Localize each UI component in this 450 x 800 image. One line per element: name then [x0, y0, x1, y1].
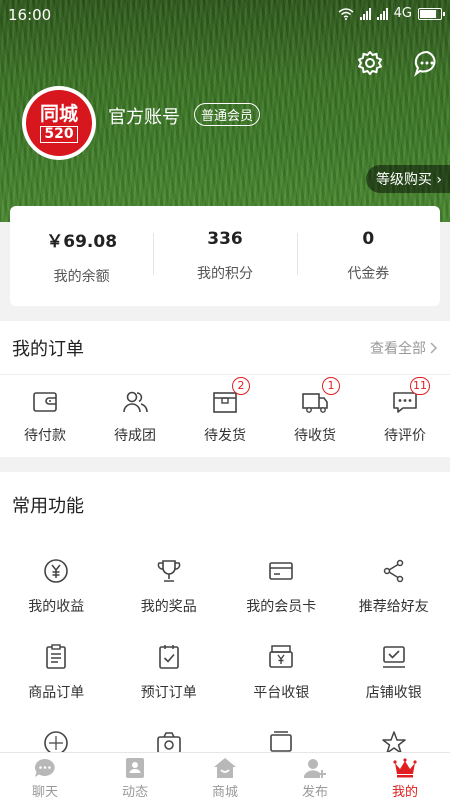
reservation-orders[interactable]: 预订订单: [113, 642, 226, 714]
wallet-icon: [30, 387, 60, 417]
tab-feed[interactable]: 动态: [90, 753, 180, 800]
battery-icon: [418, 7, 445, 20]
tab-mine[interactable]: 我的: [360, 753, 450, 800]
contacts-icon: [123, 757, 147, 779]
wifi-icon: [338, 7, 354, 20]
stat-points[interactable]: 336 我的积分: [153, 229, 296, 283]
chevron-right-icon: ›: [436, 172, 442, 188]
stat-value: ￥69.08: [46, 231, 118, 252]
avatar-logo-bottom: 520: [40, 125, 78, 143]
level-buy-button[interactable]: 等级购买 ›: [365, 165, 450, 193]
badge: 2: [232, 377, 250, 395]
recommend-to-friends[interactable]: 推荐给好友: [338, 556, 450, 628]
common-functions-section: 常用功能 我的收益 我的奖品 我的会员卡 推荐给好友 商品订单 预订订单 平台收…: [0, 472, 450, 755]
function-label: 我的奖品: [140, 599, 197, 615]
messages-icon[interactable]: [412, 48, 442, 78]
order-pending-receipt[interactable]: 1 待收货: [270, 377, 360, 445]
tab-label: 发布: [301, 785, 328, 800]
order-pending-review[interactable]: 11 待评价: [360, 377, 450, 445]
view-all-orders-link[interactable]: 查看全部: [370, 338, 438, 358]
username[interactable]: 官方账号: [108, 103, 180, 129]
order-pending-shipment[interactable]: 2 待发货: [180, 377, 270, 445]
function-label: 平台收银: [253, 685, 310, 701]
order-label: 待收货: [294, 428, 336, 444]
stat-balance[interactable]: ￥69.08 我的余额: [10, 227, 153, 286]
crown-icon: [393, 757, 417, 779]
product-orders[interactable]: 商品订单: [0, 642, 113, 714]
comment-icon: 11: [390, 377, 430, 417]
truck-icon: 1: [300, 377, 340, 417]
platform-cashier[interactable]: 平台收银: [225, 642, 338, 714]
order-label: 待评价: [384, 428, 426, 444]
tab-publish[interactable]: 发布: [270, 753, 360, 800]
common-title: 常用功能: [12, 496, 84, 517]
share-icon: [379, 556, 409, 586]
status-time: 16:00: [8, 6, 52, 24]
stat-vouchers[interactable]: 0 代金券: [296, 229, 440, 283]
avatar-logo-top: 同城: [39, 102, 78, 125]
orders-header: 我的订单 查看全部: [0, 321, 450, 375]
order-label: 待发货: [204, 428, 246, 444]
my-orders-section: 我的订单 查看全部 待付款 待成团 2 待发货 1 待收货 11 待评价: [0, 321, 450, 457]
order-label: 待成团: [114, 428, 156, 444]
publish-icon: [303, 757, 327, 779]
tab-shop[interactable]: 商城: [180, 753, 270, 800]
function-label: 商品订单: [28, 685, 85, 701]
stat-label: 我的积分: [196, 266, 253, 282]
member-level-badge[interactable]: 普通会员: [194, 103, 261, 126]
badge: 1: [322, 377, 340, 395]
signal-icon: [359, 7, 371, 20]
stat-value: 0: [362, 229, 375, 249]
avatar-logo: 同城 520: [26, 90, 92, 156]
tab-chat[interactable]: 聊天: [0, 753, 90, 800]
function-label: 预订订单: [140, 685, 197, 701]
bottom-tab-bar: 聊天 动态 商城 发布 我的: [0, 752, 450, 800]
function-label: 店铺收银: [365, 685, 422, 701]
function-label: 我的会员卡: [246, 599, 317, 615]
view-all-label: 查看全部: [370, 340, 426, 357]
tab-label: 我的: [391, 785, 418, 800]
order-label: 待付款: [24, 428, 66, 444]
box-icon: 2: [210, 377, 250, 417]
stat-label: 我的余额: [53, 268, 110, 285]
function-label: 推荐给好友: [358, 599, 429, 615]
order-pending-payment[interactable]: 待付款: [0, 387, 90, 445]
order-pending-group[interactable]: 待成团: [90, 387, 180, 445]
trophy-icon: [154, 556, 184, 586]
avatar[interactable]: 同城 520: [22, 86, 96, 160]
signal-icon-2: [376, 7, 388, 20]
badge: 11: [410, 377, 430, 395]
function-label: 我的收益: [28, 599, 85, 615]
stat-value: 336: [207, 229, 243, 249]
my-earnings[interactable]: 我的收益: [0, 556, 113, 628]
settings-gear-icon[interactable]: [355, 48, 385, 78]
network-type: 4G: [393, 6, 412, 21]
tab-label: 商城: [211, 785, 238, 800]
status-bar: 16:00 4G: [0, 0, 450, 30]
card-icon: [266, 556, 296, 586]
account-stats-card: ￥69.08 我的余额 336 我的积分 0 代金券: [10, 206, 440, 306]
group-icon: [120, 387, 150, 417]
yen-coin-icon: [41, 556, 71, 586]
stat-label: 代金券: [347, 266, 390, 282]
tab-label: 动态: [121, 785, 148, 800]
chevron-right-icon: [430, 341, 438, 354]
chat-icon: [33, 757, 57, 779]
common-header: 常用功能: [0, 472, 450, 538]
store-cashier-icon: [379, 642, 409, 672]
shop-icon: [213, 757, 237, 779]
my-member-card[interactable]: 我的会员卡: [225, 556, 338, 628]
my-prizes[interactable]: 我的奖品: [113, 556, 226, 628]
store-cashier[interactable]: 店铺收银: [338, 642, 450, 714]
level-buy-label: 等级购买: [375, 172, 432, 188]
checklist-icon: [154, 642, 184, 672]
tab-label: 聊天: [31, 785, 58, 800]
clipboard-icon: [41, 642, 71, 672]
profile-header-background: 16:00 4G 同城 520 官方账号 普通会员 等级购买 ›: [0, 0, 450, 222]
orders-title: 我的订单: [12, 338, 84, 360]
cashier-icon: [266, 642, 296, 672]
